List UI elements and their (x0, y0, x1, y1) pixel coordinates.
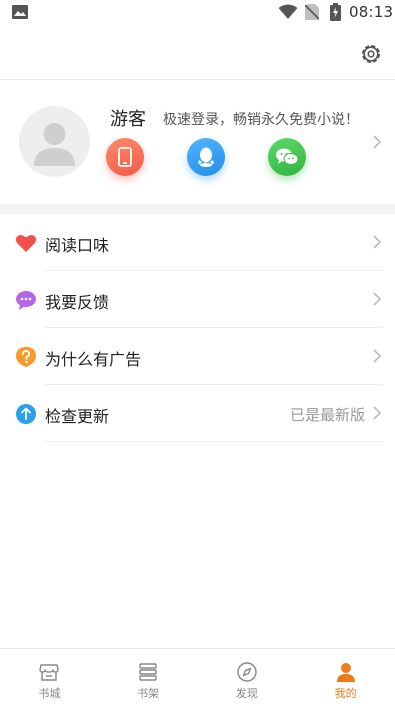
no-sim-icon (305, 4, 319, 20)
tab-label: 书城 (38, 687, 61, 700)
tab-mine[interactable]: 我的 (296, 649, 395, 706)
settings-menu: 阅读口味 我要反馈 为什么有广告 检查更新 已是最新版 (0, 214, 395, 442)
menu-item-feedback[interactable]: 我要反馈 (0, 271, 395, 328)
chevron-right-icon (373, 292, 382, 306)
menu-item-label: 阅读口味 (45, 236, 110, 255)
tab-bookstore[interactable]: 书城 (0, 649, 99, 706)
tab-label: 我的 (334, 687, 357, 700)
menu-item-label: 我要反馈 (45, 293, 110, 312)
bookshelf-icon (139, 663, 157, 681)
top-bar (0, 26, 395, 80)
question-icon (16, 347, 36, 367)
status-bar: 08:13 (0, 0, 395, 26)
menu-item-reading-taste[interactable]: 阅读口味 (0, 214, 395, 271)
chevron-right-icon (373, 406, 382, 420)
wifi-icon (278, 4, 298, 19)
default-user-icon (34, 123, 75, 166)
compass-icon (237, 662, 257, 682)
row-divider (44, 441, 383, 442)
section-divider (0, 204, 395, 214)
tab-label: 书架 (137, 687, 160, 700)
wechat-icon (276, 148, 299, 165)
menu-item-why-ads[interactable]: 为什么有广告 (0, 328, 395, 385)
phone-login-button[interactable] (106, 138, 144, 176)
username: 游客 (110, 109, 146, 130)
chevron-right-icon (373, 135, 382, 149)
heart-icon (15, 234, 37, 252)
battery-charging-icon (330, 3, 341, 21)
gallery-icon (12, 5, 28, 19)
menu-item-label: 检查更新 (45, 407, 110, 426)
menu-item-check-update[interactable]: 检查更新 已是最新版 (0, 385, 395, 442)
login-promo-text: 极速登录，畅销永久免费小说！ (163, 112, 359, 128)
version-status: 已是最新版 (289, 406, 365, 424)
tab-discover[interactable]: 发现 (198, 649, 297, 706)
gear-icon[interactable] (359, 42, 383, 66)
person-icon (336, 663, 355, 682)
tab-bookshelf[interactable]: 书架 (99, 649, 198, 706)
bookstore-icon (39, 664, 60, 681)
chevron-right-icon (373, 349, 382, 363)
profile-card[interactable]: 游客 极速登录，畅销永久免费小说！ (0, 81, 395, 204)
bottom-tab-bar: 书城 书架 发现 我的 (0, 648, 395, 706)
qq-penguin-icon (198, 147, 214, 167)
avatar[interactable] (19, 106, 90, 177)
chevron-right-icon (373, 235, 382, 249)
clock-time: 08:13 (349, 3, 394, 21)
wechat-login-button[interactable] (268, 138, 306, 176)
chat-bubble-icon (16, 291, 36, 310)
upload-arrow-icon (16, 404, 36, 424)
phone-icon (118, 147, 132, 167)
qq-login-button[interactable] (187, 138, 225, 176)
menu-item-label: 为什么有广告 (45, 350, 142, 369)
tab-label: 发现 (235, 687, 258, 700)
